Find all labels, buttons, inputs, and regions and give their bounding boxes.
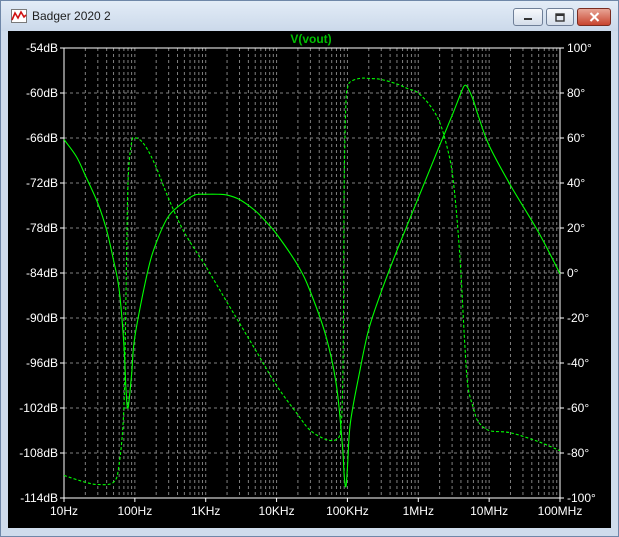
x-tick-label: 10KHz: [259, 504, 295, 518]
y2-tick-label: 80°: [567, 86, 585, 100]
plot-canvas[interactable]: V(vout) 10Hz 100Hz 1KHz 10KHz 100KHz 1MHz 10MH…: [8, 31, 611, 528]
trace-label[interactable]: V(vout): [290, 32, 331, 46]
maximize-icon: [555, 12, 565, 22]
window-title: Badger 2020 2: [32, 9, 111, 23]
y-tick-label: -72dB: [26, 176, 58, 190]
y2-tick-label: -40°: [567, 356, 589, 370]
y2-tick-label: -20°: [567, 311, 589, 325]
y-tick-label: -114dB: [20, 491, 58, 505]
x-tick-label: 100Hz: [118, 504, 153, 518]
close-icon: [589, 12, 599, 22]
y2-tick-label: 0°: [567, 266, 579, 280]
y-tick-label: -96dB: [26, 356, 58, 370]
maximize-button[interactable]: [546, 8, 574, 26]
x-tick-label: 10MHz: [470, 504, 508, 518]
y2-tick-label: -60°: [567, 401, 589, 415]
y-tick-label: -60dB: [26, 86, 58, 100]
x-tick-label: 100MHz: [538, 504, 583, 518]
close-button[interactable]: [577, 8, 611, 26]
minimize-icon: [524, 18, 532, 20]
y-tick-label: -102dB: [19, 401, 58, 415]
y-tick-label: -108dB: [19, 446, 58, 460]
y-tick-label: -66dB: [26, 131, 58, 145]
y-tick-label: -84dB: [26, 266, 58, 280]
grid-lines: [60, 47, 564, 502]
y2-tick-label: -100°: [567, 491, 596, 505]
x-tick-label: 10Hz: [50, 504, 78, 518]
x-tick-label: 1MHz: [403, 504, 434, 518]
y-tick-label: -78dB: [26, 221, 58, 235]
plot-pane[interactable]: V(vout) 10Hz 100Hz 1KHz 10KHz 100KHz 1MHz 10MH…: [8, 31, 611, 528]
y-tick-label: -54dB: [26, 41, 58, 55]
application-window: Badger 2020 2 V(vout) 10Hz 100Hz 1KHz 10KHz…: [0, 0, 619, 537]
y-tick-label: -90dB: [26, 311, 58, 325]
y2-tick-label: 20°: [567, 221, 585, 235]
y2-tick-label: -80°: [567, 446, 589, 460]
x-tick-label: 100KHz: [326, 504, 369, 518]
y2-tick-label: 40°: [567, 176, 585, 190]
waveform-plot-icon: [11, 9, 27, 23]
x-tick-label: 1KHz: [191, 504, 220, 518]
y2-tick-label: 100°: [567, 41, 592, 55]
minimize-button[interactable]: [513, 8, 543, 26]
y2-tick-label: 60°: [567, 131, 585, 145]
title-bar[interactable]: Badger 2020 2: [1, 1, 618, 31]
